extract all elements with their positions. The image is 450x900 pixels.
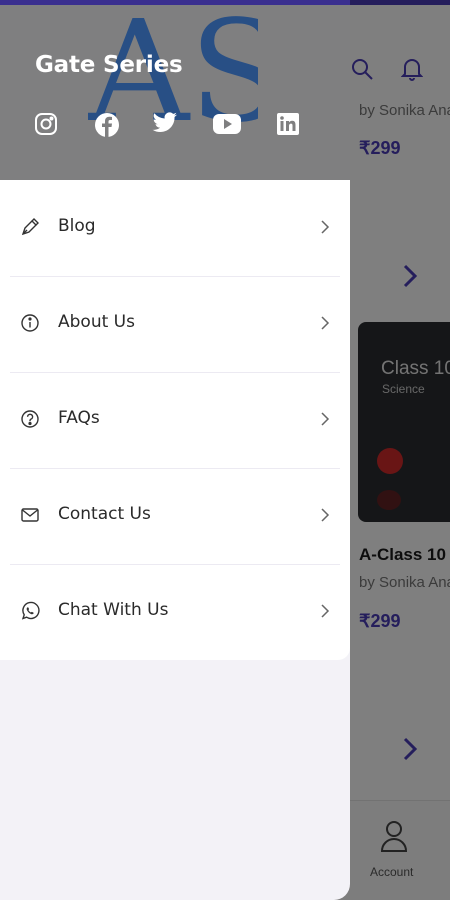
chevron-right-icon: [318, 506, 332, 524]
menu-item-label: Blog: [58, 216, 96, 236]
chevron-right-icon: [318, 218, 332, 236]
chevron-right-icon: [318, 410, 332, 428]
menu-item-label: FAQs: [58, 408, 100, 428]
menu-item-about-us[interactable]: About Us: [0, 276, 350, 372]
drawer-title: Gate Series: [35, 52, 183, 78]
pen-icon: [20, 217, 40, 237]
facebook-icon[interactable]: [94, 112, 120, 138]
navigation-drawer: AS Gate Series Blog About Us FAQs Contac…: [0, 0, 350, 900]
linkedin-icon[interactable]: [276, 112, 302, 138]
mail-icon: [20, 505, 40, 525]
menu-item-contact-us[interactable]: Contact Us: [0, 468, 350, 564]
drawer-menu: Blog About Us FAQs Contact Us Chat With …: [0, 180, 350, 660]
whatsapp-icon: [20, 601, 40, 621]
menu-item-label: Chat With Us: [58, 600, 169, 620]
menu-item-blog[interactable]: Blog: [0, 180, 350, 276]
menu-item-label: About Us: [58, 312, 135, 332]
twitter-icon[interactable]: [152, 112, 178, 138]
chevron-right-icon: [318, 602, 332, 620]
youtube-icon[interactable]: [212, 112, 241, 138]
info-icon: [20, 313, 40, 333]
drawer-header: AS Gate Series: [0, 0, 350, 180]
chevron-right-icon: [318, 314, 332, 332]
menu-item-label: Contact Us: [58, 504, 151, 524]
menu-item-faqs[interactable]: FAQs: [0, 372, 350, 468]
question-icon: [20, 409, 40, 429]
menu-item-chat-with-us[interactable]: Chat With Us: [0, 564, 350, 660]
instagram-icon[interactable]: [34, 112, 60, 138]
